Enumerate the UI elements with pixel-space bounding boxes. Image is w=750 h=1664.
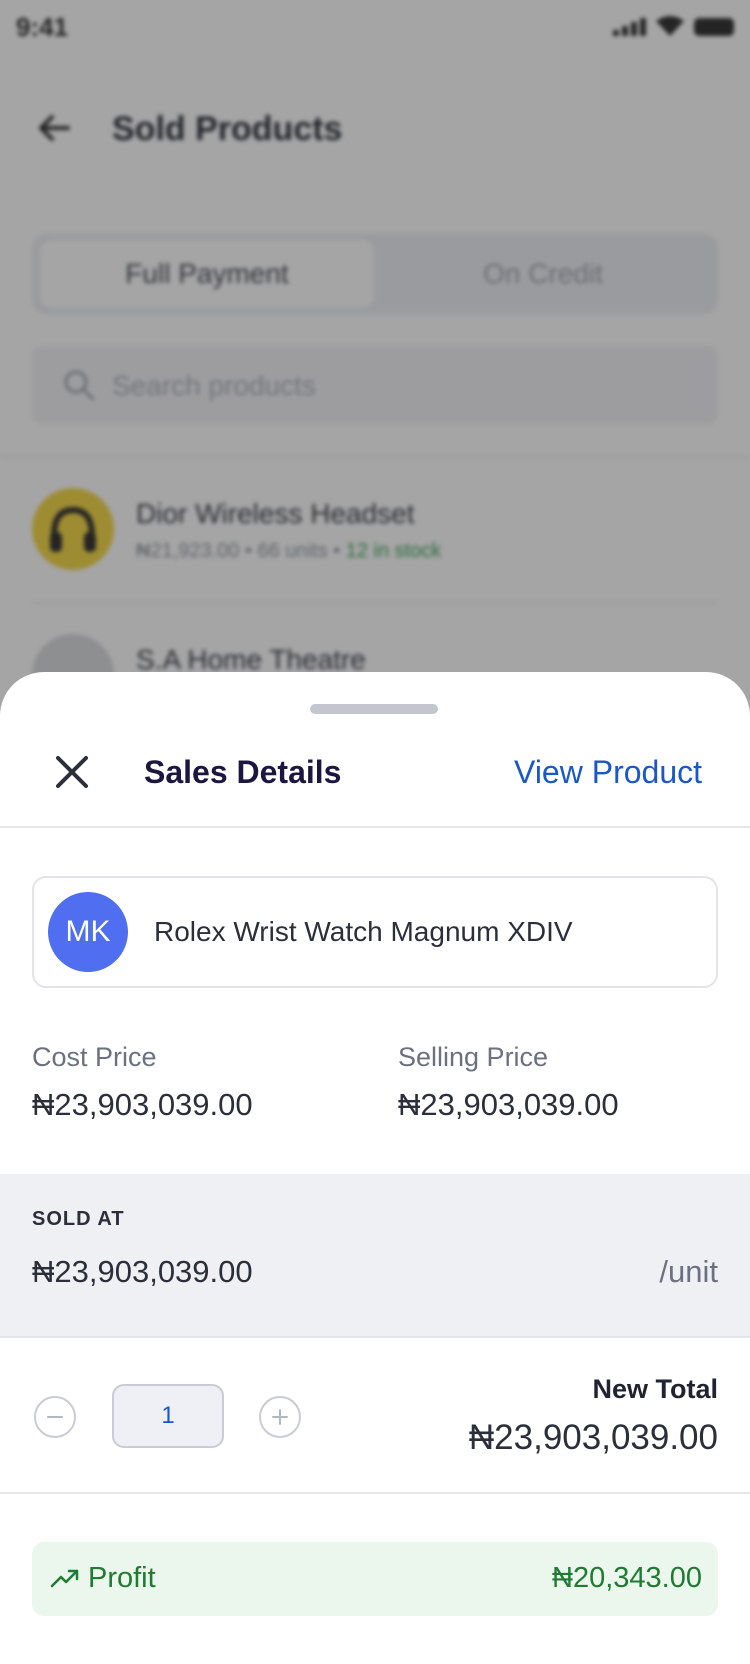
minus-icon [47, 1416, 63, 1418]
new-total-label: New Total [592, 1374, 718, 1404]
profit-label: Profit [88, 1562, 156, 1594]
sold-at-label: SOLD AT [32, 1208, 125, 1230]
close-icon [56, 756, 88, 788]
profit-value: ₦20,343.00 [552, 1562, 702, 1594]
cost-price-label: Cost Price [32, 1042, 157, 1072]
selling-price: Selling Price ₦23,903,039.00 [398, 1042, 619, 1123]
decrease-quantity-button[interactable] [34, 1396, 76, 1438]
divider [0, 826, 750, 828]
profit-box: Profit ₦20,343.00 [32, 1542, 718, 1616]
selling-price-value: ₦23,903,039.00 [398, 1087, 619, 1122]
sold-at-unit: /unit [659, 1254, 718, 1289]
new-total-value: ₦23,903,039.00 [468, 1418, 718, 1457]
close-button[interactable] [48, 748, 96, 796]
view-product-link[interactable]: View Product [514, 754, 702, 791]
divider [0, 1336, 750, 1338]
product-card: MK Rolex Wrist Watch Magnum XDIV [32, 876, 718, 988]
sheet-title: Sales Details [144, 754, 342, 790]
cost-price-value: ₦23,903,039.00 [32, 1087, 253, 1122]
product-name: Rolex Wrist Watch Magnum XDIV [154, 916, 573, 947]
cost-price: Cost Price ₦23,903,039.00 [32, 1042, 253, 1123]
sold-at-section[interactable]: SOLD AT ₦23,903,039.00 /unit [0, 1174, 750, 1336]
trending-up-icon [50, 1566, 80, 1592]
sold-at-value[interactable]: ₦23,903,039.00 [32, 1254, 253, 1290]
sales-details-sheet: Sales Details View Product MK Rolex Wris… [0, 672, 750, 1664]
plus-icon [272, 1409, 288, 1425]
divider [0, 1492, 750, 1494]
selling-price-label: Selling Price [398, 1042, 549, 1072]
avatar: MK [48, 892, 128, 972]
drag-handle[interactable] [310, 704, 438, 714]
increase-quantity-button[interactable] [259, 1396, 301, 1438]
quantity-input[interactable]: 1 [112, 1384, 224, 1448]
